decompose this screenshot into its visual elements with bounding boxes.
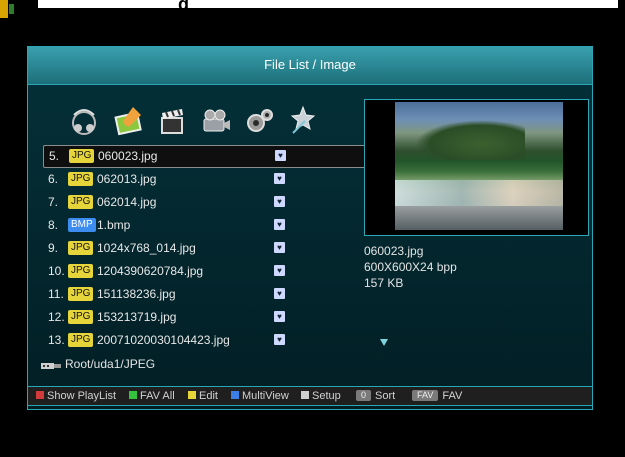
top-bar [38, 0, 618, 8]
jpg-badge: JPG [68, 333, 94, 347]
gears-icon[interactable] [242, 103, 278, 139]
file-row[interactable]: 6. JPG 062013.jpg ♥ [43, 168, 383, 191]
page-title: File List / Image [264, 57, 356, 72]
favorite-heart-icon[interactable]: ♥ [274, 196, 285, 207]
favorite-heart-icon[interactable]: ♥ [274, 288, 285, 299]
photo-edit-icon[interactable] [111, 103, 147, 139]
yellow-key-icon [188, 391, 196, 400]
file-row[interactable]: 8. BMP 1.bmp ♥ [43, 214, 383, 237]
favorite-heart-icon[interactable]: ♥ [274, 242, 285, 253]
setup-button[interactable]: Setup [301, 390, 341, 402]
jpg-badge: JPG [69, 149, 95, 163]
jpg-badge: JPG [68, 310, 94, 324]
fav-all-button[interactable]: FAV All [129, 390, 175, 402]
current-path: Root/uda1/JPEG [41, 357, 155, 371]
file-list: 5. JPG 060023.jpg ♥ 6. JPG 062013.jpg ♥ … [43, 145, 383, 352]
file-row[interactable]: 13. JPG 20071020030104423.jpg ♥ [43, 329, 383, 352]
blue-key-icon [231, 391, 239, 400]
jpg-badge: JPG [68, 264, 94, 278]
scroll-down-arrow-icon[interactable] [380, 339, 388, 346]
clapper-icon[interactable] [154, 103, 190, 139]
file-name: 1204390620784.jpg [97, 264, 204, 278]
jpg-badge: JPG [68, 172, 94, 186]
favorite-heart-icon[interactable]: ♥ [275, 150, 286, 161]
edit-button[interactable]: Edit [188, 390, 218, 402]
file-row[interactable]: 12. JPG 153213719.jpg ♥ [43, 306, 383, 329]
image-info: 060023.jpg 600X600X24 bpp 157 KB [364, 243, 457, 291]
fav-key-icon: FAV [412, 389, 439, 401]
file-name: 1024x768_014.jpg [97, 241, 196, 255]
favorite-heart-icon[interactable]: ♥ [274, 311, 285, 322]
usb-icon [41, 360, 61, 370]
corner-logo-icon [0, 0, 18, 18]
file-row[interactable]: 7. JPG 062014.jpg ♥ [43, 191, 383, 214]
file-row[interactable]: 10. JPG 1204390620784.jpg ♥ [43, 260, 383, 283]
file-name: 062014.jpg [97, 195, 157, 209]
file-name: 151138236.jpg [97, 287, 176, 301]
file-name: 153213719.jpg [97, 310, 177, 324]
title-bar: File List / Image [28, 47, 592, 85]
fav-button[interactable]: FAV FAV [412, 389, 462, 402]
file-name: 062013.jpg [97, 172, 157, 186]
status-bar: Show PlayList FAV All Edit MultiView Set… [27, 386, 593, 406]
bmp-badge: BMP [68, 218, 96, 232]
star-wand-icon[interactable] [285, 103, 321, 139]
preview-size: 157 KB [364, 276, 404, 290]
image-preview [364, 99, 589, 236]
file-list-panel: File List / Image 5. JPG 060023.jpg ♥ 6.… [27, 46, 593, 410]
jpg-badge: JPG [68, 195, 94, 209]
preview-dimensions: 600X600X24 bpp [364, 260, 457, 274]
preview-image [395, 102, 563, 230]
red-key-icon [36, 391, 44, 400]
music-icon[interactable] [66, 103, 102, 139]
jpg-badge: JPG [68, 241, 94, 255]
file-name: 20071020030104423.jpg [97, 333, 230, 347]
sort-button[interactable]: 0 Sort [356, 389, 395, 402]
top-glyph: g [178, 0, 189, 14]
green-key-icon [129, 391, 137, 400]
file-row[interactable]: 11. JPG 151138236.jpg ♥ [43, 283, 383, 306]
jpg-badge: JPG [68, 287, 94, 301]
show-playlist-button[interactable]: Show PlayList [36, 390, 116, 402]
white-key-icon [301, 391, 309, 400]
file-row[interactable]: 5. JPG 060023.jpg ♥ [43, 145, 383, 168]
file-name: 1.bmp [97, 218, 131, 232]
file-row[interactable]: 9. JPG 1024x768_014.jpg ♥ [43, 237, 383, 260]
multiview-button[interactable]: MultiView [231, 390, 289, 402]
favorite-heart-icon[interactable]: ♥ [274, 173, 285, 184]
preview-filename: 060023.jpg [364, 244, 424, 258]
favorite-heart-icon[interactable]: ♥ [274, 219, 285, 230]
camera-icon[interactable] [198, 103, 234, 139]
favorite-heart-icon[interactable]: ♥ [274, 265, 285, 276]
favorite-heart-icon[interactable]: ♥ [274, 334, 285, 345]
zero-key-icon: 0 [356, 389, 372, 401]
path-text: Root/uda1/JPEG [65, 357, 156, 371]
file-name: 060023.jpg [98, 149, 158, 163]
